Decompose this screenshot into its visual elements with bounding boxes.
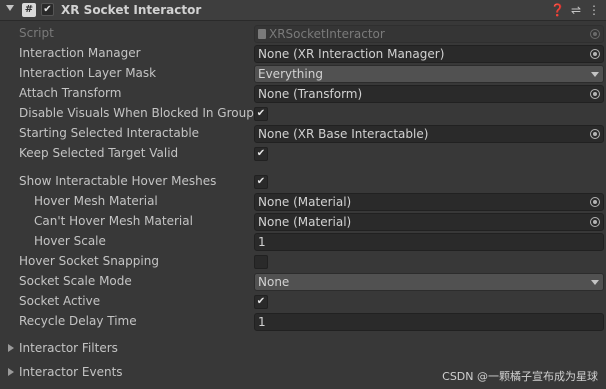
field-label: Starting Selected Interactable	[19, 126, 200, 140]
object-field[interactable]: None (Transform)	[254, 85, 604, 103]
field-value: None (XR Interaction Manager)	[258, 47, 445, 61]
field-row: Hover Scale 1	[0, 232, 606, 252]
field-label: Hover Socket Snapping	[19, 254, 159, 268]
toggle-checkbox[interactable]: ✔	[254, 295, 268, 309]
help-icon[interactable]: ❓	[550, 3, 565, 17]
watermark: CSDN @一颗橘子宣布成为星球	[442, 370, 598, 383]
object-picker-icon[interactable]	[590, 89, 600, 99]
field-row: Starting Selected Interactable None (XR B…	[0, 124, 606, 144]
object-field: XRSocketInteractor	[254, 25, 604, 43]
dropdown-field[interactable]: Everything	[254, 65, 604, 83]
field-label: Hover Mesh Material	[34, 194, 158, 208]
object-picker-icon[interactable]	[590, 129, 600, 139]
object-field[interactable]: None (Material)	[254, 193, 604, 211]
field-label: Attach Transform	[19, 86, 122, 100]
field-row: Attach Transform None (Transform)	[0, 84, 606, 104]
field-label: Recycle Delay Time	[19, 314, 137, 328]
foldout-label: Interactor Filters	[19, 341, 118, 355]
toggle-checkbox[interactable]: ✔	[254, 175, 268, 189]
component-header[interactable]: # ✔ XR Socket Interactor ❓ ⇌ ⋮	[0, 0, 606, 21]
component-enabled-checkbox[interactable]: ✔	[41, 3, 54, 16]
field-row: Keep Selected Target Valid ✔	[0, 144, 606, 164]
field-row: Hover Socket Snapping	[0, 252, 606, 272]
toggle-checkbox[interactable]: ✔	[254, 147, 268, 161]
field-value: 1	[258, 235, 266, 249]
field-value: None (Material)	[258, 215, 352, 229]
foldout-interactor-filters[interactable]: Interactor Filters	[0, 339, 606, 359]
foldout-arrow-icon[interactable]	[6, 5, 14, 11]
field-value: 1	[258, 315, 266, 329]
field-row: Interaction Layer Mask Everything	[0, 64, 606, 84]
chevron-right-icon	[8, 368, 14, 376]
field-row: Socket Active ✔	[0, 292, 606, 312]
script-file-icon	[258, 29, 266, 39]
field-value: None (Material)	[258, 195, 352, 209]
object-field[interactable]: None (XR Interaction Manager)	[254, 45, 604, 63]
field-row: Recycle Delay Time 1	[0, 312, 606, 332]
foldout-label: Interactor Events	[19, 365, 123, 379]
field-value: XRSocketInteractor	[269, 27, 385, 41]
field-label: Show Interactable Hover Meshes	[19, 174, 217, 188]
field-label: Script	[19, 26, 54, 40]
number-field[interactable]: 1	[254, 313, 604, 331]
field-row: Interaction Manager None (XR Interaction …	[0, 44, 606, 64]
field-label: Interaction Layer Mask	[19, 66, 157, 80]
number-field[interactable]: 1	[254, 233, 604, 251]
chevron-down-icon	[591, 280, 599, 285]
chevron-right-icon	[8, 344, 14, 352]
field-row: Script XRSocketInteractor	[0, 24, 606, 44]
field-label: Socket Scale Mode	[19, 274, 132, 288]
field-value: None (XR Base Interactable)	[258, 127, 429, 141]
script-icon: #	[22, 3, 36, 17]
field-label: Can't Hover Mesh Material	[34, 214, 193, 228]
toggle-checkbox[interactable]: ✔	[254, 107, 268, 121]
toggle-checkbox[interactable]	[254, 255, 268, 269]
dropdown-field[interactable]: None	[254, 273, 604, 291]
field-row: Hover Mesh Material None (Material)	[0, 192, 606, 212]
field-value: None (Transform)	[258, 87, 363, 101]
field-value: None	[258, 275, 290, 289]
object-field[interactable]: None (XR Base Interactable)	[254, 125, 604, 143]
object-picker-icon	[590, 29, 600, 39]
presets-icon[interactable]: ⇌	[569, 3, 583, 17]
field-label: Hover Scale	[34, 234, 106, 248]
field-row: Socket Scale Mode None	[0, 272, 606, 292]
field-row: Disable Visuals When Blocked In Group ✔	[0, 104, 606, 124]
object-field[interactable]: None (Material)	[254, 213, 604, 231]
field-value: Everything	[258, 67, 323, 81]
field-row: Show Interactable Hover Meshes ✔	[0, 172, 606, 192]
object-picker-icon[interactable]	[590, 197, 600, 207]
field-label: Keep Selected Target Valid	[19, 146, 179, 160]
field-row: Can't Hover Mesh Material None (Material)	[0, 212, 606, 232]
field-label: Disable Visuals When Blocked In Group	[19, 106, 254, 120]
field-label: Interaction Manager	[19, 46, 141, 60]
field-label: Socket Active	[19, 294, 101, 308]
chevron-down-icon	[591, 72, 599, 77]
more-options-icon[interactable]: ⋮	[587, 3, 601, 17]
object-picker-icon[interactable]	[590, 49, 600, 59]
component-title: XR Socket Interactor	[61, 3, 202, 17]
object-picker-icon[interactable]	[590, 217, 600, 227]
